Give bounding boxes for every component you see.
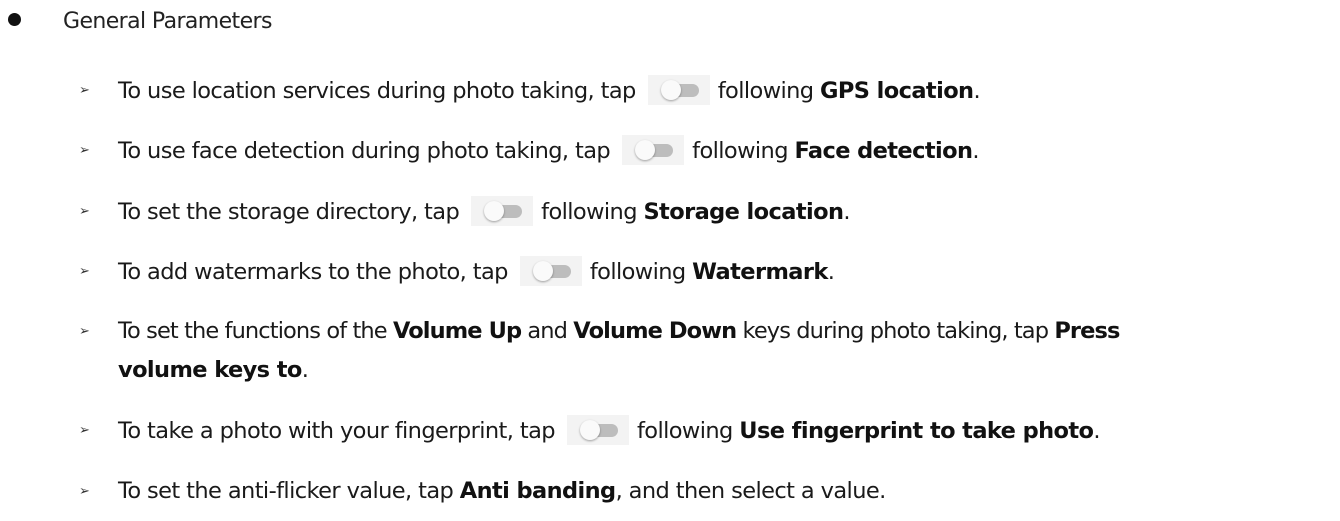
section-title: General Parameters (63, 9, 272, 34)
anti-banding-label: Anti banding (459, 478, 616, 504)
document-page: General Parameters ➢ To use location ser… (0, 0, 1340, 521)
arrow-bullet-icon: ➢ (79, 264, 90, 279)
toggle-switch-off-icon (471, 196, 534, 226)
arrow-bullet-icon: ➢ (79, 484, 90, 499)
toggle-switch-off-icon (566, 415, 629, 445)
arrow-bullet-icon: ➢ (79, 204, 90, 219)
list-item-text: To use location services during photo ta… (118, 75, 981, 106)
gps-location-label: GPS location (820, 78, 974, 104)
arrow-bullet-icon: ➢ (79, 83, 90, 98)
list-item-text: To add watermarks to the photo, tap follo… (118, 256, 835, 287)
toggle-switch-off-icon (519, 256, 582, 286)
arrow-bullet-icon: ➢ (79, 423, 90, 438)
toggle-switch-off-icon (647, 75, 710, 105)
list-item-text: To set the anti-flicker value, tap Anti … (118, 478, 886, 504)
list-item-text: To take a photo with your fingerprint, t… (118, 415, 1101, 446)
bullet-dot-icon (8, 13, 21, 26)
list-item-text: To set the functions of the Volume Up an… (118, 318, 1120, 344)
list-item-text: To set the storage directory, tap followi… (118, 196, 851, 227)
use-fingerprint-label: Use fingerprint to take photo (739, 418, 1094, 444)
volume-up-label: Volume Up (392, 318, 522, 344)
face-detection-label: Face detection (794, 138, 973, 164)
arrow-bullet-icon: ➢ (79, 143, 90, 158)
volume-down-label: Volume Down (573, 318, 737, 344)
list-item-text-continued: volume keys to. (118, 357, 309, 383)
list-item-text: To use face detection during photo takin… (118, 135, 980, 166)
storage-location-label: Storage location (643, 199, 844, 225)
watermark-label: Watermark (692, 259, 828, 285)
press-label: Press (1054, 318, 1120, 344)
volume-keys-to-label: volume keys to (118, 357, 302, 383)
toggle-switch-off-icon (622, 135, 685, 165)
arrow-bullet-icon: ➢ (79, 324, 90, 339)
